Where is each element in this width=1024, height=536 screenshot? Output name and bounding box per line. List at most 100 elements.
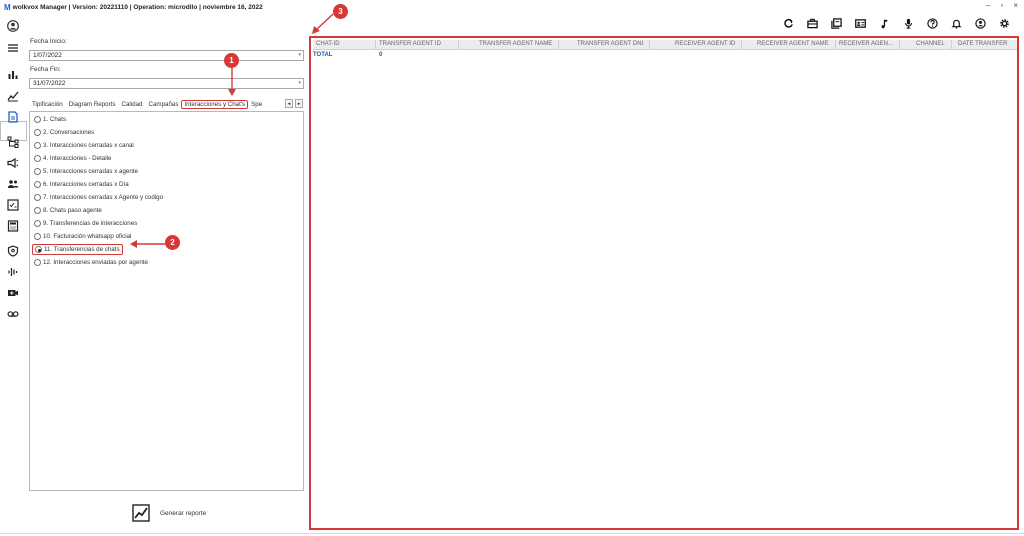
radio-button[interactable]	[34, 168, 41, 175]
start-date-label: Fecha Inicio:	[30, 38, 67, 45]
generate-report-label: Generar reporte	[160, 509, 207, 517]
column-header[interactable]: CHAT-ID	[316, 41, 340, 47]
tab-tipificacion[interactable]: Tipificación	[29, 101, 66, 108]
column-divider[interactable]	[558, 40, 559, 50]
radio-button[interactable]	[34, 116, 41, 123]
settings-icon[interactable]	[992, 16, 1016, 30]
campaign-icon[interactable]	[5, 155, 21, 171]
column-divider[interactable]	[375, 40, 376, 50]
bar-chart-icon[interactable]	[5, 66, 21, 82]
radio-button[interactable]	[34, 129, 41, 136]
report-option[interactable]: 7. Interacciones cerradas x Agente y cod…	[34, 194, 163, 201]
report-option[interactable]: 5. Interacciones cerradas x agente	[34, 168, 138, 175]
microphone-icon[interactable]	[896, 16, 920, 30]
app-logo: M	[4, 2, 11, 12]
radio-button-checked[interactable]	[35, 246, 42, 253]
column-header[interactable]: RECEIVER AGENT NAME	[757, 41, 829, 47]
column-divider[interactable]	[741, 40, 742, 50]
tab-scroll-left-button[interactable]: ◂	[285, 99, 293, 108]
checklist-icon[interactable]	[5, 197, 21, 213]
user-icon[interactable]	[968, 16, 992, 30]
radio-button[interactable]	[34, 181, 41, 188]
voicemail-icon[interactable]	[5, 306, 21, 322]
report-option-label: 3. Interacciones cerradas x canal	[43, 142, 134, 149]
music-note-icon[interactable]	[872, 16, 896, 30]
reports-icon[interactable]	[5, 109, 21, 125]
book-icon[interactable]	[824, 16, 848, 30]
report-option[interactable]: 8. Chats paso agente	[34, 207, 102, 214]
report-option[interactable]: 10. Facturación whatsapp oficial	[34, 233, 131, 240]
report-option[interactable]: 3. Interacciones cerradas x canal	[34, 142, 134, 149]
column-header[interactable]: TRANSFER AGENT NAME	[479, 41, 552, 47]
report-option-label: 11. Transferencias de chats	[44, 246, 120, 253]
report-option-label: 2. Conversaciones	[43, 129, 95, 136]
maximize-button[interactable]: ▫	[1000, 1, 1003, 10]
column-header[interactable]: RECEIVER AGENT ID	[675, 41, 735, 47]
column-divider[interactable]	[835, 40, 836, 50]
callout-badge-1: 1	[224, 53, 239, 68]
generate-report-button[interactable]: Generar reporte	[132, 504, 206, 522]
window-controls: – ▫ ×	[986, 1, 1018, 10]
column-header[interactable]: TRANSFER AGENT DNI	[577, 41, 643, 47]
radio-button[interactable]	[34, 194, 41, 201]
callout-badge-2: 2	[165, 235, 180, 250]
radio-button[interactable]	[34, 233, 41, 240]
analytics-icon[interactable]	[5, 88, 21, 104]
report-option-label: 6. Interacciones cerradas x Día	[43, 181, 129, 188]
radio-button[interactable]	[34, 259, 41, 266]
radio-button[interactable]	[34, 220, 41, 227]
minimize-button[interactable]: –	[986, 1, 990, 10]
column-divider[interactable]	[899, 40, 900, 50]
column-header[interactable]: CHANNEL	[916, 41, 945, 47]
column-header[interactable]: DATE TRANSFER	[958, 41, 1007, 47]
close-button[interactable]: ×	[1013, 1, 1018, 10]
tab-diagram-reports[interactable]: Diagram Reports	[66, 101, 119, 108]
report-selector-panel: Fecha Inicio: 1/07/2022 ▾ Fecha Fin: 31/…	[29, 36, 305, 532]
tab-scroll-right-button[interactable]: ▸	[295, 99, 303, 108]
report-option[interactable]: 12. Interacciones enviadas por agente	[34, 259, 148, 266]
column-divider[interactable]	[951, 40, 952, 50]
chevron-down-icon[interactable]: ▾	[298, 79, 301, 88]
start-date-field[interactable]: 1/07/2022 ▾	[29, 50, 304, 61]
hierarchy-icon[interactable]	[5, 134, 21, 150]
grid-header: CHAT-ID TRANSFER AGENT ID TRANSFER AGENT…	[313, 40, 1017, 50]
security-icon[interactable]	[5, 243, 21, 259]
tab-calidad[interactable]: Calidad	[119, 101, 146, 108]
report-option-selected[interactable]: 11. Transferencias de chats	[32, 244, 123, 255]
column-header[interactable]: TRANSFER AGENT ID	[379, 41, 441, 47]
radio-button[interactable]	[34, 207, 41, 214]
column-divider[interactable]	[458, 40, 459, 50]
report-option[interactable]: 4. Interacciones - Detalle	[34, 155, 111, 162]
menu-icon[interactable]	[5, 40, 21, 56]
report-option-label: 12. Interacciones enviadas por agente	[43, 259, 148, 266]
top-toolbar	[776, 16, 1016, 30]
agents-icon[interactable]	[5, 176, 21, 192]
report-option[interactable]: 9. Transferencias de interacciones	[34, 220, 137, 227]
id-card-icon[interactable]	[848, 16, 872, 30]
report-option[interactable]: 1. Chats	[34, 116, 66, 123]
audio-wave-icon[interactable]	[5, 264, 21, 280]
briefcase-icon[interactable]	[800, 16, 824, 30]
tab-interacciones-chats[interactable]: Interacciones y Chat's	[181, 99, 249, 109]
help-icon[interactable]	[920, 16, 944, 30]
video-add-icon[interactable]	[5, 285, 21, 301]
report-tabs: Tipificación Diagram Reports Calidad Cam…	[29, 98, 304, 110]
chevron-down-icon[interactable]: ▾	[298, 51, 301, 60]
report-option[interactable]: 6. Interacciones cerradas x Día	[34, 181, 129, 188]
report-option[interactable]: 2. Conversaciones	[34, 129, 94, 136]
report-list: 1. Chats 2. Conversaciones 3. Interaccio…	[29, 111, 304, 491]
tab-spe[interactable]: Spe	[248, 101, 265, 108]
column-divider[interactable]	[649, 40, 650, 50]
left-nav	[0, 14, 27, 536]
radio-button[interactable]	[34, 142, 41, 149]
end-date-field[interactable]: 31/07/2022 ▾	[29, 78, 304, 89]
column-header[interactable]: RECEIVER AGEN...	[839, 41, 893, 47]
bell-icon[interactable]	[944, 16, 968, 30]
tab-campanas[interactable]: Campañas	[146, 101, 182, 108]
radio-button[interactable]	[34, 155, 41, 162]
total-value: 0	[379, 52, 383, 58]
calculator-icon[interactable]	[5, 218, 21, 234]
avatar-icon[interactable]	[5, 18, 21, 34]
end-date-label: Fecha Fin:	[30, 66, 61, 73]
refresh-icon[interactable]	[776, 16, 800, 30]
